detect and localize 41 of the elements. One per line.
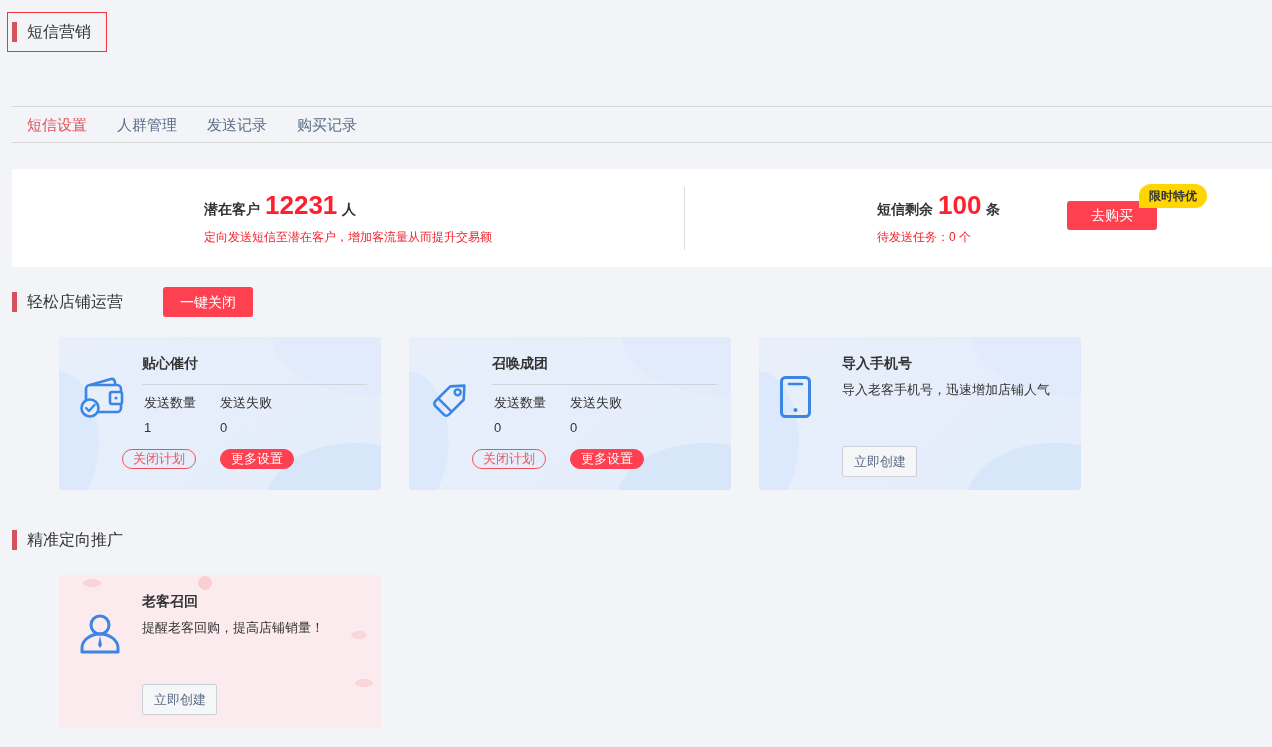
card-title: 召唤成团	[492, 354, 549, 373]
stat-count: 100	[938, 190, 982, 220]
accent-bar	[12, 22, 17, 42]
tab[interactable]: 购买记录	[297, 114, 357, 135]
stat-label: 潜在客户	[204, 200, 260, 219]
phone-icon	[780, 376, 811, 418]
wallet-check-icon	[80, 376, 126, 418]
stat-value: 0	[220, 419, 229, 437]
section-title: 精准定向推广	[27, 530, 123, 550]
stat-count: 12231	[265, 190, 338, 220]
stat-label: 发送数量	[144, 394, 197, 412]
card-title: 导入手机号	[842, 354, 913, 373]
card-title: 贴心催付	[142, 354, 199, 373]
section-title: 轻松店铺运营	[27, 292, 123, 312]
create-button[interactable]: 立即创建	[142, 684, 217, 715]
card-description: 导入老客手机号，迅速增加店铺人气	[842, 381, 1051, 399]
person-icon	[80, 614, 120, 654]
pill-button[interactable]: 更多设置	[570, 449, 644, 469]
tab[interactable]: 人群管理	[117, 114, 177, 135]
promo-badge: 限时特优	[1139, 183, 1207, 208]
stat-note: 定向发送短信至潜在客户，增加客流量从而提升交易额	[204, 229, 492, 246]
stat-value: 0	[494, 419, 503, 437]
tab[interactable]: 短信设置	[27, 114, 87, 135]
stat-label: 发送失败	[220, 394, 273, 412]
stat-note: 待发送任务：0 个	[877, 229, 972, 246]
stat-label: 发送数量	[494, 394, 547, 412]
card-description: 提醒老客回购，提高店铺销量！	[142, 619, 325, 637]
create-button[interactable]: 立即创建	[842, 446, 917, 477]
stat-label: 短信剩余	[877, 200, 933, 219]
stat-unit: 条	[986, 200, 1001, 219]
stat-unit: 人	[342, 200, 357, 219]
stat-label: 发送失败	[570, 394, 623, 412]
tab[interactable]: 发送记录	[207, 114, 267, 135]
pill-button[interactable]: 更多设置	[220, 449, 294, 469]
stat-value: 1	[144, 419, 153, 437]
stat-value: 0	[570, 419, 579, 437]
accent-bar	[12, 530, 17, 550]
accent-bar	[12, 292, 17, 312]
page-title: 短信营销	[27, 22, 91, 42]
card-title: 老客召回	[142, 592, 199, 611]
close-all-button[interactable]: 一键关闭	[163, 287, 253, 317]
